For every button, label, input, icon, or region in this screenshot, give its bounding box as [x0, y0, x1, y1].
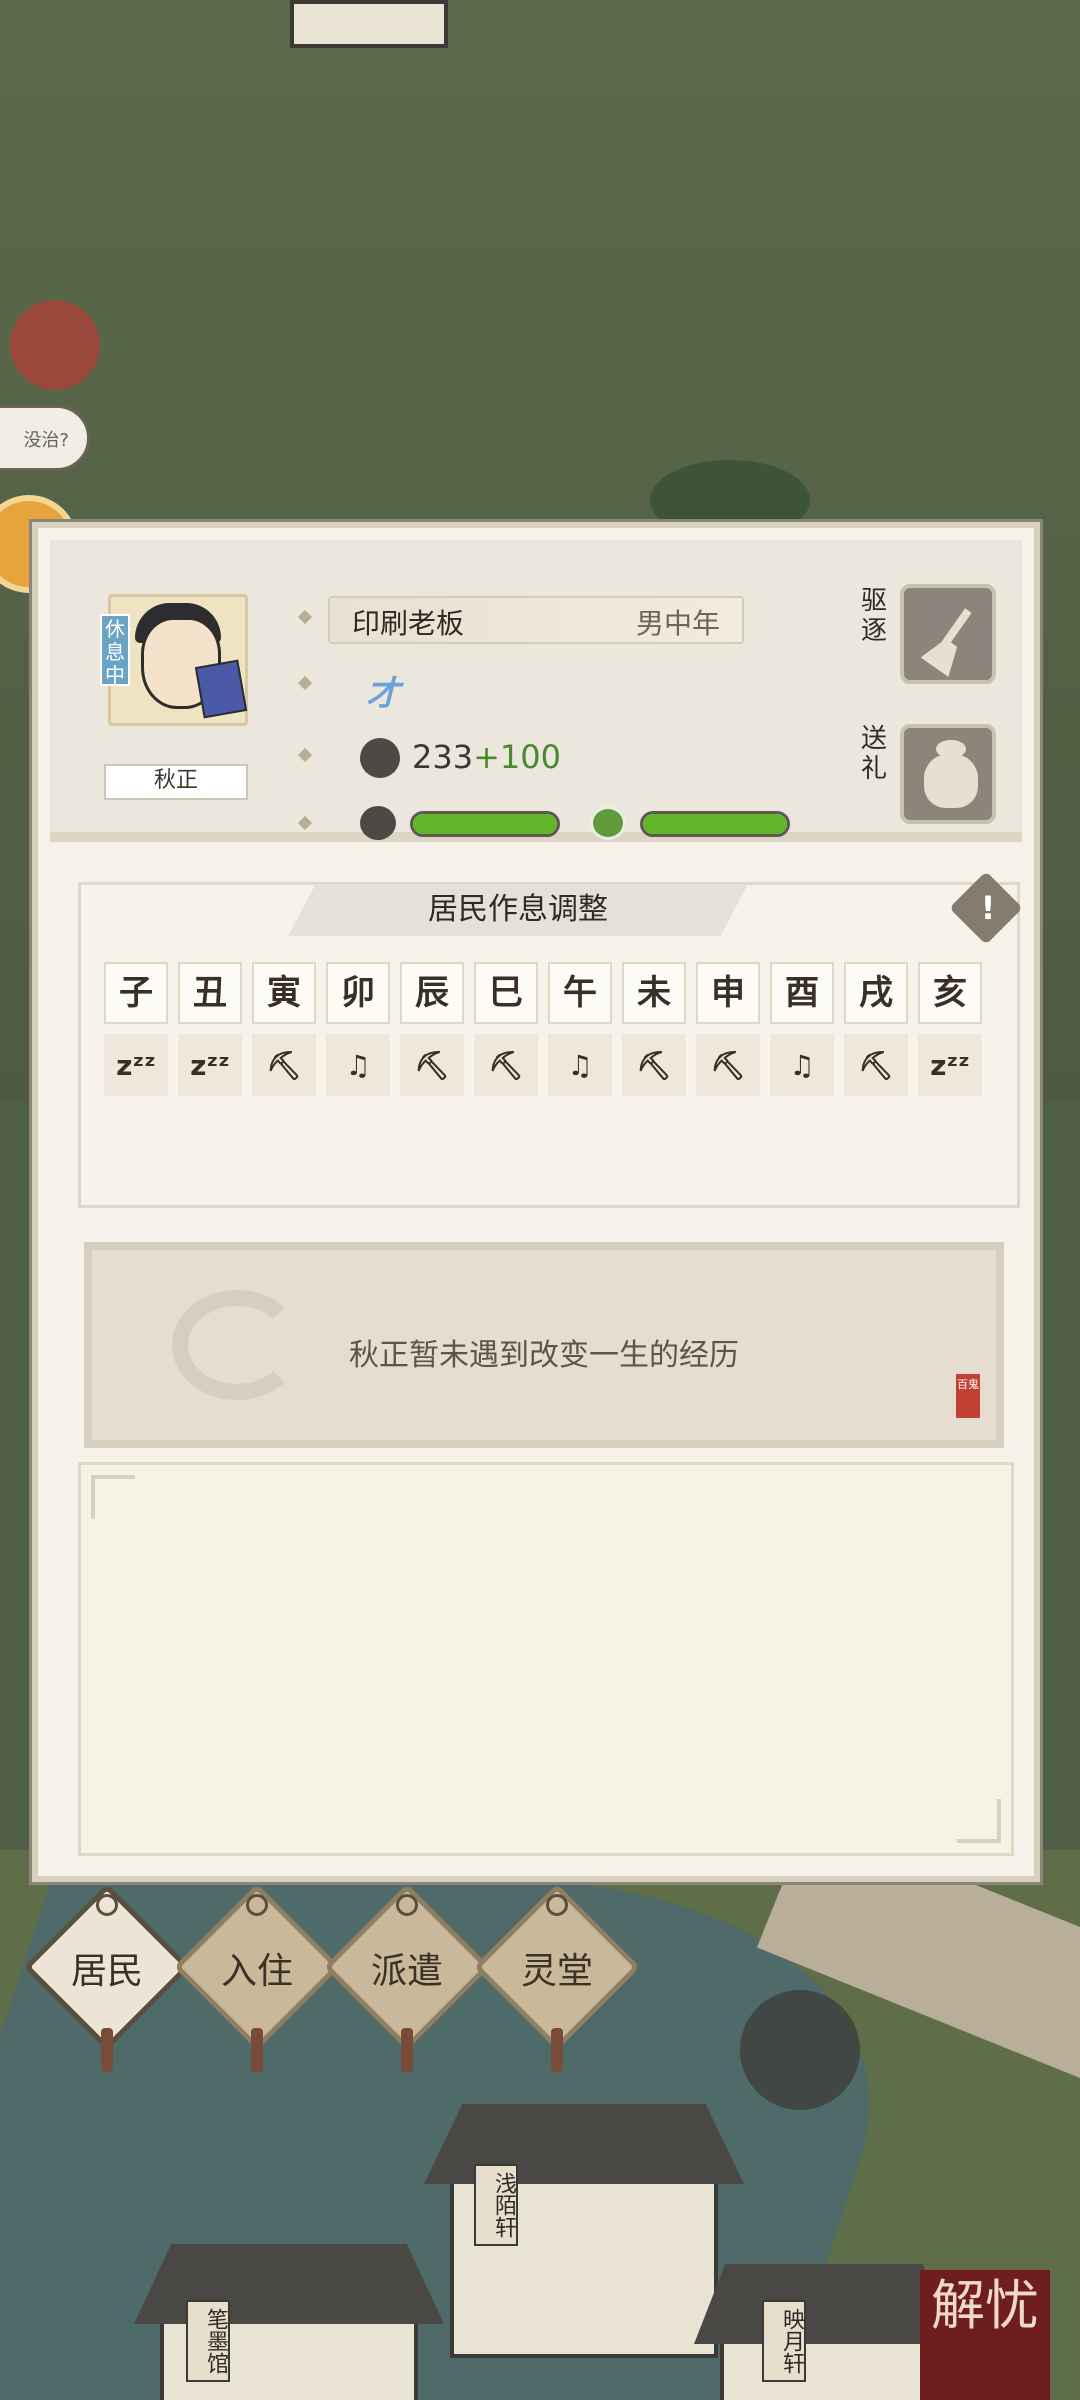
health-icon — [590, 806, 626, 840]
schedule-title: 居民作息调整 — [288, 884, 748, 936]
job-title: 印刷老板 — [352, 607, 465, 640]
pickaxe-icon[interactable]: ⛏ — [474, 1034, 538, 1096]
hour-cell: 丑 — [178, 962, 242, 1024]
nav-label: 灵堂 — [520, 1951, 593, 1992]
building-sign: 映月轩 — [762, 2300, 806, 2382]
sleep-icon[interactable]: zᶻᶻ — [178, 1034, 242, 1096]
resident-name: 秋正 — [104, 764, 248, 800]
seal-stamp: 百鬼 — [956, 1374, 980, 1418]
nav-residents[interactable]: 居民 — [23, 1883, 191, 2072]
hour-cell: 午 — [548, 962, 612, 1024]
hour-cell: 申 — [696, 962, 760, 1024]
ability-icon — [360, 738, 400, 778]
nav-move-in[interactable]: 入住 — [173, 1883, 341, 2072]
music-person-icon[interactable]: ♫ — [326, 1034, 390, 1096]
hour-cell: 亥 — [918, 962, 982, 1024]
nav-spirit-hall[interactable]: 灵堂 — [473, 1883, 641, 2072]
heart-icon — [360, 806, 396, 840]
hour-cell: 巳 — [474, 962, 538, 1024]
health-bar — [640, 811, 790, 837]
speech-bubble: 没治? — [0, 405, 90, 471]
status-badge: 休息中 — [100, 614, 130, 687]
nav-label: 居民 — [70, 1951, 143, 1992]
hour-cell: 子 — [104, 962, 168, 1024]
resident-detail-panel: 休息中 秋正 印刷老板 男中年 才 233+100 驱逐 送礼 居民作息调整 !… — [32, 522, 1040, 1882]
pickaxe-icon[interactable]: ⛏ — [400, 1034, 464, 1096]
ability-bonus: +100 — [473, 738, 561, 776]
book-icon — [194, 659, 248, 719]
job-plate: 印刷老板 男中年 — [328, 596, 744, 644]
hour-cell: 卯 — [326, 962, 390, 1024]
expel-button[interactable] — [900, 584, 996, 684]
mood-bar — [410, 811, 560, 837]
ability-value: 233+100 — [412, 738, 561, 776]
mood-bar-fill — [413, 814, 557, 834]
talent-icon[interactable]: 才 — [366, 666, 400, 715]
life-event-box: 秋正暂未遇到改变一生的经历 百鬼 — [84, 1242, 1004, 1448]
pickaxe-icon[interactable]: ⛏ — [844, 1034, 908, 1096]
pickaxe-icon[interactable]: ⛏ — [696, 1034, 760, 1096]
health-bar-fill — [643, 814, 787, 834]
music-person-icon[interactable]: ♫ — [770, 1034, 834, 1096]
hour-cell: 寅 — [252, 962, 316, 1024]
music-person-icon[interactable]: ♫ — [548, 1034, 612, 1096]
nav-dispatch[interactable]: 派遣 — [323, 1883, 491, 2072]
pickaxe-icon[interactable]: ⛏ — [252, 1034, 316, 1096]
building-yingyue[interactable] — [694, 2264, 954, 2400]
nav-label: 派遣 — [370, 1951, 443, 1992]
house-top — [290, 0, 448, 48]
gift-button[interactable] — [900, 724, 996, 824]
building-sign: 笔墨馆 — [186, 2300, 230, 2382]
hour-cell: 酉 — [770, 962, 834, 1024]
hour-row: 子丑寅卯辰巳午未申酉戌亥 — [104, 962, 984, 1024]
jieyou-seal-button[interactable]: 解忧 — [920, 2270, 1050, 2400]
hour-cell: 未 — [622, 962, 686, 1024]
pickaxe-icon[interactable]: ⛏ — [622, 1034, 686, 1096]
hour-cell: 戌 — [844, 962, 908, 1024]
expel-label: 驱逐 — [860, 586, 887, 646]
life-event-text: 秋正暂未遇到改变一生的经历 — [349, 1338, 739, 1373]
red-tree — [10, 300, 100, 390]
sleep-icon[interactable]: zᶻᶻ — [104, 1034, 168, 1096]
notes-box — [78, 1462, 1014, 1856]
bare-tree — [740, 1990, 860, 2110]
hour-cell: 辰 — [400, 962, 464, 1024]
gift-label: 送礼 — [860, 724, 887, 784]
gender-age-tag: 男中年 — [635, 607, 720, 640]
corner-decoration — [91, 1475, 135, 1519]
building-sign: 浅陌轩 — [474, 2164, 518, 2246]
nav-label: 入住 — [220, 1951, 293, 1992]
corner-decoration — [957, 1799, 1001, 1843]
activity-row: zᶻᶻ zᶻᶻ ⛏ ♫ ⛏ ⛏ ♫ ⛏ ⛏ ♫ ⛏ zᶻᶻ — [104, 1034, 984, 1096]
sleep-icon[interactable]: zᶻᶻ — [918, 1034, 982, 1096]
